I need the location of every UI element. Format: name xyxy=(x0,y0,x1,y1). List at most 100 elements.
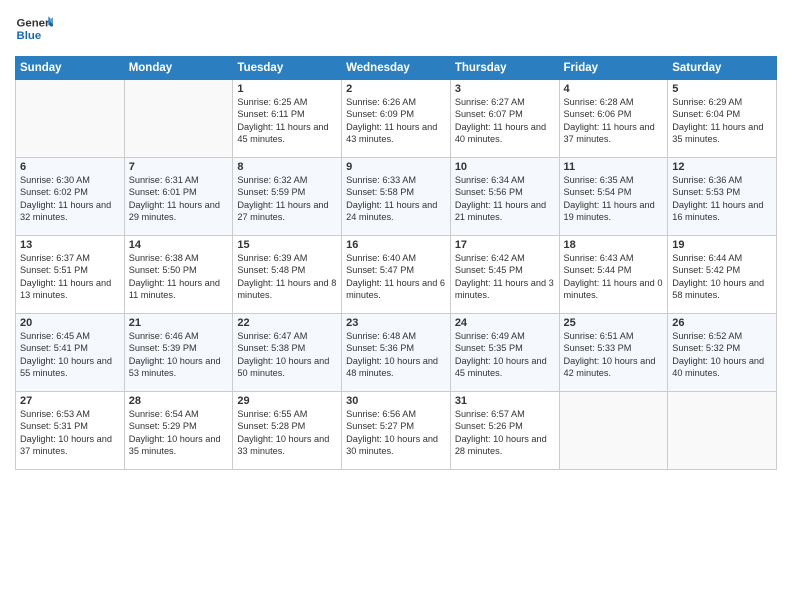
calendar-cell: 2Sunrise: 6:26 AM Sunset: 6:09 PM Daylig… xyxy=(342,80,451,158)
day-info: Sunrise: 6:34 AM Sunset: 5:56 PM Dayligh… xyxy=(455,174,555,224)
svg-text:Blue: Blue xyxy=(17,30,42,42)
day-info: Sunrise: 6:45 AM Sunset: 5:41 PM Dayligh… xyxy=(20,330,120,380)
calendar-cell: 5Sunrise: 6:29 AM Sunset: 6:04 PM Daylig… xyxy=(668,80,777,158)
weekday-header-wednesday: Wednesday xyxy=(342,57,451,80)
calendar-cell: 29Sunrise: 6:55 AM Sunset: 5:28 PM Dayli… xyxy=(233,392,342,470)
calendar-cell: 30Sunrise: 6:56 AM Sunset: 5:27 PM Dayli… xyxy=(342,392,451,470)
day-info: Sunrise: 6:46 AM Sunset: 5:39 PM Dayligh… xyxy=(129,330,229,380)
day-info: Sunrise: 6:28 AM Sunset: 6:06 PM Dayligh… xyxy=(564,96,664,146)
calendar-cell: 24Sunrise: 6:49 AM Sunset: 5:35 PM Dayli… xyxy=(450,314,559,392)
day-info: Sunrise: 6:32 AM Sunset: 5:59 PM Dayligh… xyxy=(237,174,337,224)
calendar-cell: 8Sunrise: 6:32 AM Sunset: 5:59 PM Daylig… xyxy=(233,158,342,236)
day-number: 7 xyxy=(129,161,229,173)
day-info: Sunrise: 6:25 AM Sunset: 6:11 PM Dayligh… xyxy=(237,96,337,146)
day-info: Sunrise: 6:53 AM Sunset: 5:31 PM Dayligh… xyxy=(20,408,120,458)
calendar-cell: 11Sunrise: 6:35 AM Sunset: 5:54 PM Dayli… xyxy=(559,158,668,236)
day-number: 2 xyxy=(346,83,446,95)
header: General Blue xyxy=(15,10,777,48)
day-info: Sunrise: 6:26 AM Sunset: 6:09 PM Dayligh… xyxy=(346,96,446,146)
day-info: Sunrise: 6:57 AM Sunset: 5:26 PM Dayligh… xyxy=(455,408,555,458)
calendar-cell xyxy=(16,80,125,158)
calendar-cell: 4Sunrise: 6:28 AM Sunset: 6:06 PM Daylig… xyxy=(559,80,668,158)
day-number: 30 xyxy=(346,395,446,407)
calendar-cell: 7Sunrise: 6:31 AM Sunset: 6:01 PM Daylig… xyxy=(124,158,233,236)
calendar-cell xyxy=(668,392,777,470)
day-number: 31 xyxy=(455,395,555,407)
calendar-cell: 13Sunrise: 6:37 AM Sunset: 5:51 PM Dayli… xyxy=(16,236,125,314)
page: General Blue SundayMondayTuesdayWednesda… xyxy=(0,0,792,612)
calendar-cell: 1Sunrise: 6:25 AM Sunset: 6:11 PM Daylig… xyxy=(233,80,342,158)
weekday-header-tuesday: Tuesday xyxy=(233,57,342,80)
calendar-cell xyxy=(124,80,233,158)
calendar-cell: 9Sunrise: 6:33 AM Sunset: 5:58 PM Daylig… xyxy=(342,158,451,236)
calendar-cell: 18Sunrise: 6:43 AM Sunset: 5:44 PM Dayli… xyxy=(559,236,668,314)
calendar-cell: 6Sunrise: 6:30 AM Sunset: 6:02 PM Daylig… xyxy=(16,158,125,236)
calendar-cell: 15Sunrise: 6:39 AM Sunset: 5:48 PM Dayli… xyxy=(233,236,342,314)
calendar-cell: 12Sunrise: 6:36 AM Sunset: 5:53 PM Dayli… xyxy=(668,158,777,236)
calendar-cell: 31Sunrise: 6:57 AM Sunset: 5:26 PM Dayli… xyxy=(450,392,559,470)
day-info: Sunrise: 6:27 AM Sunset: 6:07 PM Dayligh… xyxy=(455,96,555,146)
day-info: Sunrise: 6:29 AM Sunset: 6:04 PM Dayligh… xyxy=(672,96,772,146)
calendar-cell: 22Sunrise: 6:47 AM Sunset: 5:38 PM Dayli… xyxy=(233,314,342,392)
day-info: Sunrise: 6:36 AM Sunset: 5:53 PM Dayligh… xyxy=(672,174,772,224)
day-number: 21 xyxy=(129,317,229,329)
day-number: 22 xyxy=(237,317,337,329)
day-number: 5 xyxy=(672,83,772,95)
day-number: 12 xyxy=(672,161,772,173)
calendar-cell: 17Sunrise: 6:42 AM Sunset: 5:45 PM Dayli… xyxy=(450,236,559,314)
svg-text:General: General xyxy=(17,18,53,30)
day-info: Sunrise: 6:30 AM Sunset: 6:02 PM Dayligh… xyxy=(20,174,120,224)
day-info: Sunrise: 6:42 AM Sunset: 5:45 PM Dayligh… xyxy=(455,252,555,302)
day-info: Sunrise: 6:55 AM Sunset: 5:28 PM Dayligh… xyxy=(237,408,337,458)
weekday-header-saturday: Saturday xyxy=(668,57,777,80)
weekday-header-sunday: Sunday xyxy=(16,57,125,80)
day-number: 19 xyxy=(672,239,772,251)
weekday-header-friday: Friday xyxy=(559,57,668,80)
day-number: 4 xyxy=(564,83,664,95)
day-number: 3 xyxy=(455,83,555,95)
day-info: Sunrise: 6:52 AM Sunset: 5:32 PM Dayligh… xyxy=(672,330,772,380)
day-number: 16 xyxy=(346,239,446,251)
day-number: 11 xyxy=(564,161,664,173)
day-info: Sunrise: 6:47 AM Sunset: 5:38 PM Dayligh… xyxy=(237,330,337,380)
day-info: Sunrise: 6:37 AM Sunset: 5:51 PM Dayligh… xyxy=(20,252,120,302)
day-info: Sunrise: 6:38 AM Sunset: 5:50 PM Dayligh… xyxy=(129,252,229,302)
day-number: 20 xyxy=(20,317,120,329)
calendar-cell: 26Sunrise: 6:52 AM Sunset: 5:32 PM Dayli… xyxy=(668,314,777,392)
day-number: 6 xyxy=(20,161,120,173)
calendar-cell: 3Sunrise: 6:27 AM Sunset: 6:07 PM Daylig… xyxy=(450,80,559,158)
day-number: 28 xyxy=(129,395,229,407)
day-number: 25 xyxy=(564,317,664,329)
calendar-cell: 19Sunrise: 6:44 AM Sunset: 5:42 PM Dayli… xyxy=(668,236,777,314)
day-info: Sunrise: 6:51 AM Sunset: 5:33 PM Dayligh… xyxy=(564,330,664,380)
calendar-cell: 28Sunrise: 6:54 AM Sunset: 5:29 PM Dayli… xyxy=(124,392,233,470)
day-number: 14 xyxy=(129,239,229,251)
calendar-cell: 14Sunrise: 6:38 AM Sunset: 5:50 PM Dayli… xyxy=(124,236,233,314)
day-number: 13 xyxy=(20,239,120,251)
calendar-table: SundayMondayTuesdayWednesdayThursdayFrid… xyxy=(15,56,777,470)
day-info: Sunrise: 6:43 AM Sunset: 5:44 PM Dayligh… xyxy=(564,252,664,302)
day-info: Sunrise: 6:54 AM Sunset: 5:29 PM Dayligh… xyxy=(129,408,229,458)
logo: General Blue xyxy=(15,10,53,48)
calendar-cell: 10Sunrise: 6:34 AM Sunset: 5:56 PM Dayli… xyxy=(450,158,559,236)
day-number: 1 xyxy=(237,83,337,95)
day-number: 15 xyxy=(237,239,337,251)
day-number: 24 xyxy=(455,317,555,329)
day-info: Sunrise: 6:40 AM Sunset: 5:47 PM Dayligh… xyxy=(346,252,446,302)
day-number: 26 xyxy=(672,317,772,329)
weekday-header-monday: Monday xyxy=(124,57,233,80)
day-number: 8 xyxy=(237,161,337,173)
day-number: 18 xyxy=(564,239,664,251)
day-info: Sunrise: 6:44 AM Sunset: 5:42 PM Dayligh… xyxy=(672,252,772,302)
day-info: Sunrise: 6:35 AM Sunset: 5:54 PM Dayligh… xyxy=(564,174,664,224)
day-number: 29 xyxy=(237,395,337,407)
day-number: 9 xyxy=(346,161,446,173)
calendar-cell: 20Sunrise: 6:45 AM Sunset: 5:41 PM Dayli… xyxy=(16,314,125,392)
day-info: Sunrise: 6:48 AM Sunset: 5:36 PM Dayligh… xyxy=(346,330,446,380)
calendar-cell: 16Sunrise: 6:40 AM Sunset: 5:47 PM Dayli… xyxy=(342,236,451,314)
weekday-header-thursday: Thursday xyxy=(450,57,559,80)
day-info: Sunrise: 6:49 AM Sunset: 5:35 PM Dayligh… xyxy=(455,330,555,380)
day-number: 17 xyxy=(455,239,555,251)
day-number: 23 xyxy=(346,317,446,329)
day-info: Sunrise: 6:39 AM Sunset: 5:48 PM Dayligh… xyxy=(237,252,337,302)
